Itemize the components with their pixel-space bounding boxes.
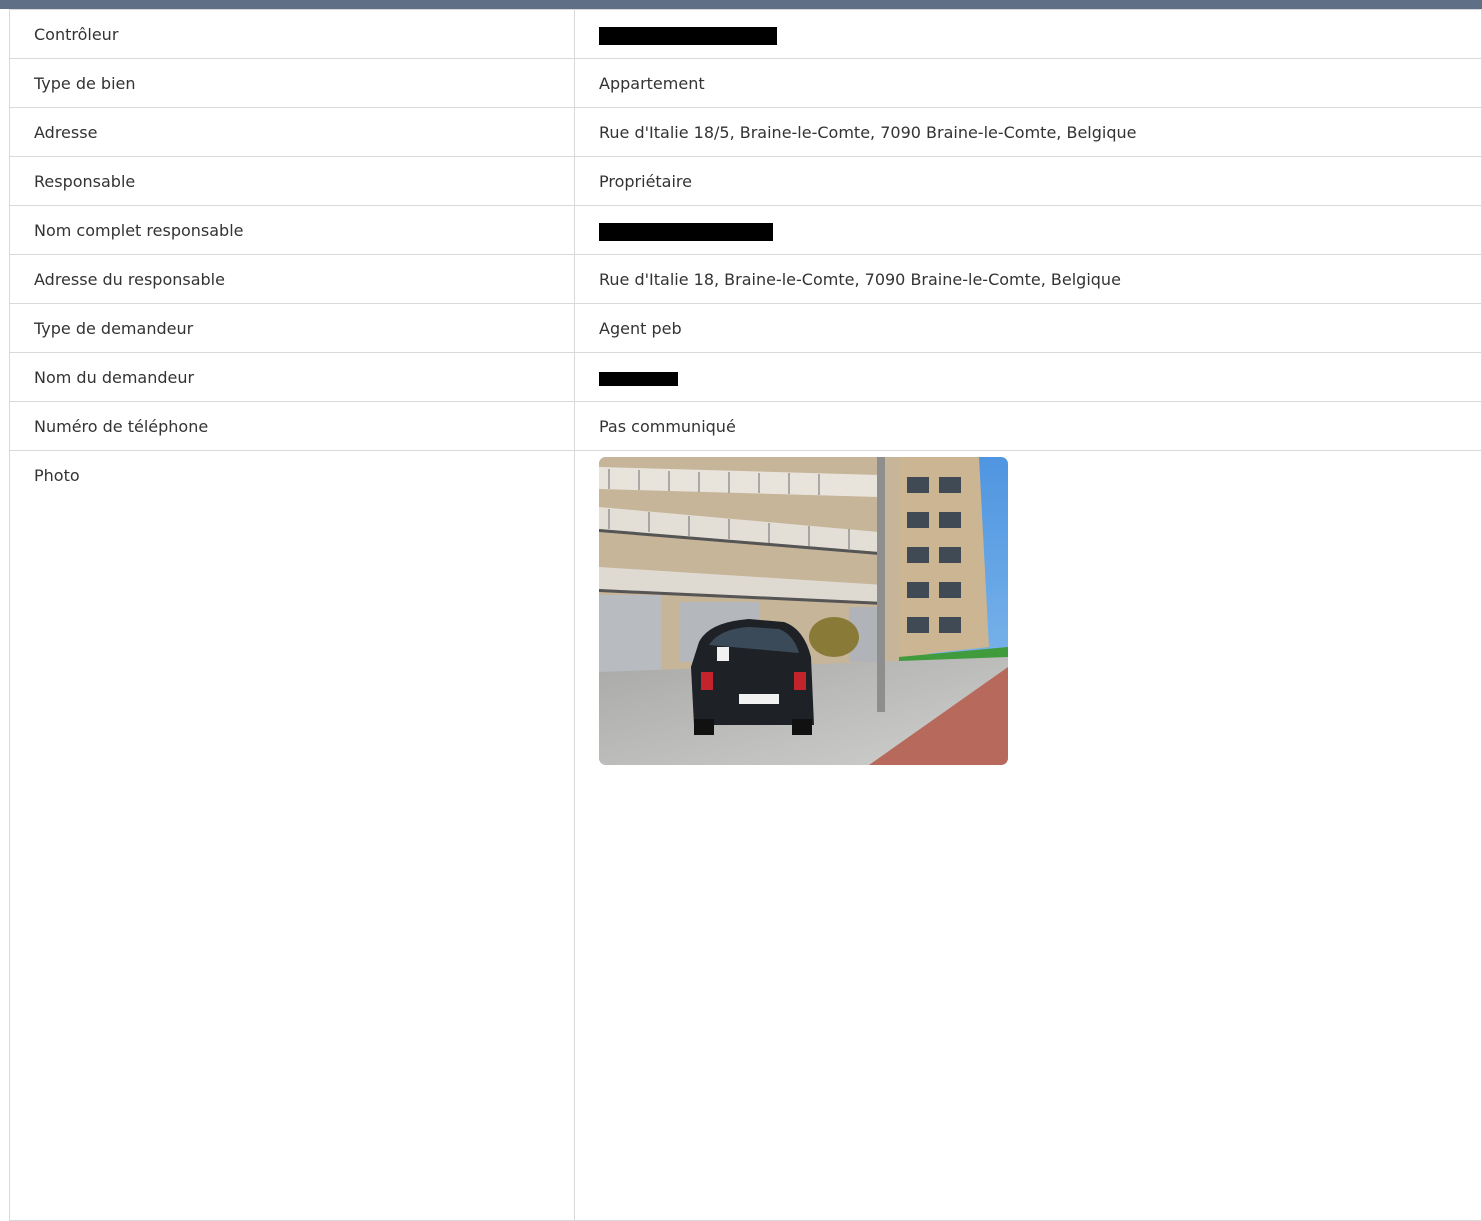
car xyxy=(691,619,814,735)
row-label: Type de demandeur xyxy=(9,303,575,353)
row-value: Rue d'Italie 18/5, Braine-le-Comte, 7090… xyxy=(574,107,1482,157)
row-label: Nom du demandeur xyxy=(9,352,575,402)
row-type-de-bien: Type de bien Appartement xyxy=(9,58,1482,108)
row-value: Agent peb xyxy=(574,303,1482,353)
row-value xyxy=(574,9,1482,59)
row-photo: Photo xyxy=(9,450,1482,1221)
row-label: Type de bien xyxy=(9,58,575,108)
row-label: Contrôleur xyxy=(9,9,575,59)
row-label: Numéro de téléphone xyxy=(9,401,575,451)
details-table: Contrôleur Type de bien Appartement Adre… xyxy=(9,9,1482,1221)
row-label: Photo xyxy=(9,450,575,1221)
row-value: Pas communiqué xyxy=(574,401,1482,451)
row-numero-de-telephone: Numéro de téléphone Pas communiqué xyxy=(9,401,1482,451)
redacted-value xyxy=(599,371,678,386)
redacted-value xyxy=(599,222,773,241)
row-value xyxy=(574,450,1482,1221)
property-photo[interactable] xyxy=(599,457,1008,765)
row-value: Rue d'Italie 18, Braine-le-Comte, 7090 B… xyxy=(574,254,1482,304)
row-controleur: Contrôleur xyxy=(9,9,1482,59)
row-responsable: Responsable Propriétaire xyxy=(9,156,1482,206)
row-label: Nom complet responsable xyxy=(9,205,575,255)
redacted-value xyxy=(599,26,777,45)
row-label: Responsable xyxy=(9,156,575,206)
row-nom-du-demandeur: Nom du demandeur xyxy=(9,352,1482,402)
top-bar xyxy=(0,0,1482,9)
row-adresse-du-responsable: Adresse du responsable Rue d'Italie 18, … xyxy=(9,254,1482,304)
row-value: Propriétaire xyxy=(574,156,1482,206)
row-type-de-demandeur: Type de demandeur Agent peb xyxy=(9,303,1482,353)
row-value xyxy=(574,205,1482,255)
row-label: Adresse du responsable xyxy=(9,254,575,304)
row-nom-complet-responsable: Nom complet responsable xyxy=(9,205,1482,255)
row-value xyxy=(574,352,1482,402)
row-adresse: Adresse Rue d'Italie 18/5, Braine-le-Com… xyxy=(9,107,1482,157)
row-value: Appartement xyxy=(574,58,1482,108)
row-label: Adresse xyxy=(9,107,575,157)
